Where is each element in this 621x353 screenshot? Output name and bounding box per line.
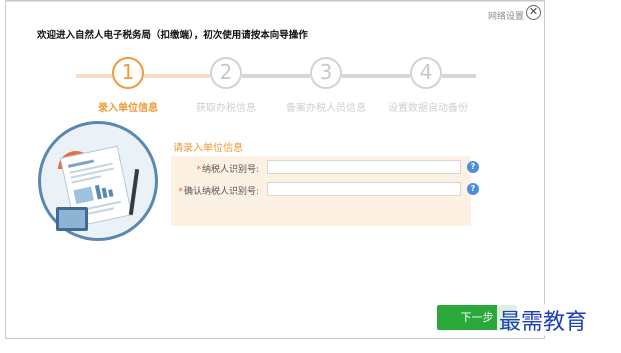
network-settings-link[interactable]: 网络设置 bbox=[488, 9, 524, 22]
step-progress: 1 2 3 4 录入单位信息 获取办税信息 备案办税人员信息 设置数据自动备份 bbox=[6, 57, 546, 114]
help-icon[interactable]: ? bbox=[467, 161, 479, 173]
step-3-label: 备案办税人员信息 bbox=[286, 103, 366, 114]
confirm-taxpayer-id-input[interactable] bbox=[267, 182, 461, 196]
unit-info-form: *纳税人识别号: ? *确认纳税人识别号: ? bbox=[171, 156, 479, 226]
watermark-logo: 最需教育 bbox=[497, 304, 590, 336]
step-2-circle: 2 bbox=[210, 57, 242, 89]
taxpayer-id-label: *纳税人识别号: bbox=[196, 165, 259, 175]
step-1-label: 录入单位信息 bbox=[98, 103, 158, 114]
taxpayer-id-input[interactable] bbox=[267, 160, 461, 174]
document-illustration bbox=[38, 121, 158, 241]
step-line-2-3 bbox=[242, 74, 310, 78]
step-line-3-4 bbox=[342, 74, 410, 78]
help-icon[interactable]: ? bbox=[467, 183, 479, 195]
step-1-circle: 1 bbox=[112, 57, 144, 89]
taxpayer-id-row: *纳税人识别号: ? bbox=[171, 160, 479, 176]
wizard-window: 网络设置 ✕ 欢迎进入自然人电子税务局（扣缴端），初次使用请按本向导操作 1 2… bbox=[5, 0, 545, 339]
confirm-taxpayer-id-label: *确认纳税人识别号: bbox=[178, 187, 259, 197]
step-line-1-2 bbox=[144, 74, 210, 78]
title-bar-line bbox=[6, 1, 544, 2]
confirm-taxpayer-id-row: *确认纳税人识别号: ? bbox=[171, 182, 479, 198]
step-line-right bbox=[442, 74, 476, 78]
close-icon[interactable]: ✕ bbox=[526, 5, 541, 20]
welcome-text: 欢迎进入自然人电子税务局（扣缴端），初次使用请按本向导操作 bbox=[37, 30, 308, 41]
form-title: 请录入单位信息 bbox=[173, 143, 243, 154]
step-2-label: 获取办税信息 bbox=[196, 103, 256, 114]
step-3-circle: 3 bbox=[310, 57, 342, 89]
step-4-label: 设置数据自动备份 bbox=[388, 103, 468, 114]
step-4-circle: 4 bbox=[410, 57, 442, 89]
